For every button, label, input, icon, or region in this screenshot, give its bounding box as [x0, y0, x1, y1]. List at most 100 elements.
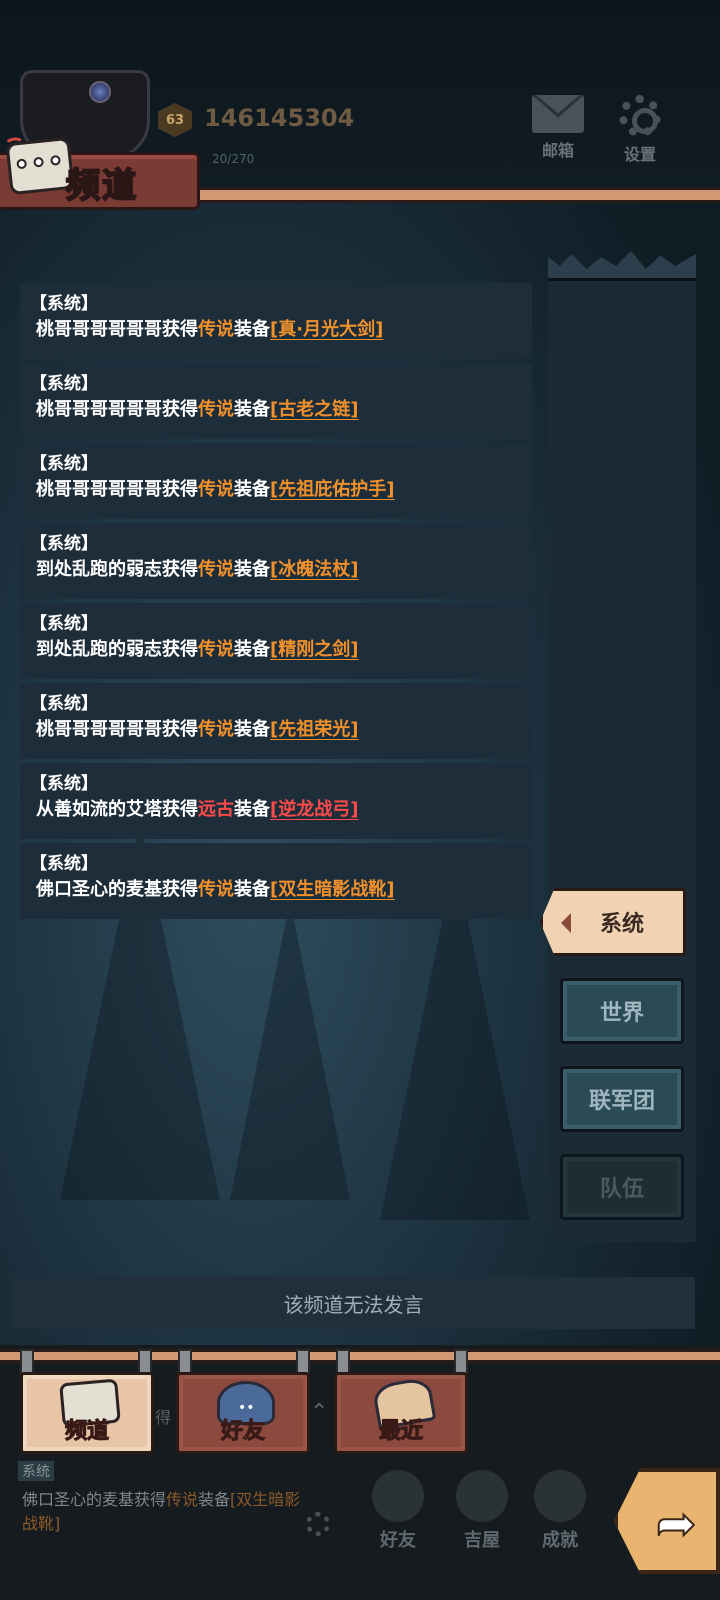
message-text: 桃哥哥哥哥哥哥获得传说装备[古老之链]	[30, 395, 522, 425]
message-tag: 【系统】	[30, 614, 98, 634]
list-item[interactable]: 【系统】 到处乱跑的弱志获得传说装备[冰魄法杖]	[20, 523, 532, 599]
message-mid: 装备	[234, 399, 270, 420]
list-item[interactable]: 【系统】 桃哥哥哥哥哥哥获得传说装备[真·月光大剑]	[20, 283, 532, 359]
message-player: 到处乱跑的弱志获得	[36, 559, 198, 580]
bottom-rail	[0, 1349, 720, 1363]
channel-tab-legion-label: 联军团	[588, 1089, 655, 1114]
friends-icon	[372, 1470, 424, 1522]
share-arrow-icon: ➦	[655, 1495, 697, 1553]
chevron-up-icon[interactable]: ⌃	[310, 1400, 328, 1425]
item-link[interactable]: [先祖荣光]	[270, 719, 358, 740]
trophy-icon	[534, 1470, 586, 1522]
message-mid: 装备	[234, 799, 270, 820]
message-text: 桃哥哥哥哥哥哥获得传说装备[真·月光大剑]	[30, 315, 522, 345]
gear-icon[interactable]	[306, 1512, 330, 1536]
message-tag: 【系统】	[30, 694, 98, 714]
list-item[interactable]: 【系统】 佛口圣心的麦基获得传说装备[双生暗影战靴]	[20, 843, 532, 919]
item-link[interactable]: [冰魄法杖]	[270, 559, 358, 580]
message-rarity: 传说	[198, 719, 234, 740]
avatar-gem-icon	[89, 81, 111, 103]
message-list[interactable]: 【系统】 桃哥哥哥哥哥哥获得传说装备[真·月光大剑] 【系统】 桃哥哥哥哥哥哥获得传说…	[20, 283, 532, 923]
nav-achievement[interactable]: 成就	[520, 1470, 600, 1552]
channel-tab-legion[interactable]: 联军团	[560, 1066, 684, 1132]
message-rarity: 传说	[198, 559, 234, 580]
power-value: 146145304	[204, 104, 355, 132]
chat-bubble-icon	[3, 136, 75, 196]
tab-recent[interactable]: 最近	[334, 1372, 468, 1454]
item-link[interactable]: [真·月光大剑]	[270, 319, 383, 340]
settings-button[interactable]: 设置	[610, 95, 670, 164]
tab-channel[interactable]: 频道	[20, 1372, 154, 1454]
nav-house[interactable]: 吉屋	[442, 1470, 522, 1552]
mail-icon	[532, 95, 584, 133]
message-text: 到处乱跑的弱志获得传说装备[精刚之剑]	[30, 635, 522, 665]
house-icon	[456, 1470, 508, 1522]
channel-tab-world-label: 世界	[599, 1001, 644, 1026]
list-item[interactable]: 【系统】 桃哥哥哥哥哥哥获得传说装备[先祖庇佑护手]	[20, 443, 532, 519]
nav-friends[interactable]: 好友	[358, 1470, 438, 1552]
mail-button[interactable]: 邮箱	[528, 95, 588, 160]
page-title: 频道	[65, 165, 138, 207]
tab-recent-label: 最近	[378, 1419, 423, 1445]
gear-icon	[619, 95, 661, 137]
exp-progress: 20/270	[212, 152, 255, 166]
message-rarity: 传说	[198, 879, 234, 900]
message-tag: 【系统】	[30, 534, 98, 554]
message-mid: 装备	[234, 479, 270, 500]
mini-chat-tag: 系统	[18, 1461, 54, 1481]
tab-friends-label: 好友	[220, 1419, 265, 1445]
message-mid: 装备	[234, 319, 270, 340]
channel-tab-system[interactable]: 系统	[540, 888, 686, 956]
nav-house-label: 吉屋	[464, 1530, 500, 1551]
message-text: 桃哥哥哥哥哥哥获得传说装备[先祖庇佑护手]	[30, 475, 522, 505]
item-link[interactable]: [精刚之剑]	[270, 639, 358, 660]
settings-label: 设置	[623, 145, 656, 164]
message-player: 佛口圣心的麦基获得	[36, 879, 198, 900]
message-mid: 装备	[234, 719, 270, 740]
chat-input-disabled: 该频道无法发言	[12, 1277, 695, 1329]
mini-chat-player: 佛口圣心的麦基获得	[22, 1490, 167, 1509]
list-item[interactable]: 【系统】 桃哥哥哥哥哥哥获得传说装备[先祖荣光]	[20, 683, 532, 759]
message-mid: 装备	[234, 559, 270, 580]
item-link[interactable]: [古老之链]	[270, 399, 358, 420]
message-player: 桃哥哥哥哥哥哥获得	[36, 719, 198, 740]
item-link[interactable]: [双生暗影战靴]	[270, 879, 394, 900]
channel-tab-world[interactable]: 世界	[560, 978, 684, 1044]
message-rarity: 远古	[198, 799, 234, 820]
tab-channel-label: 频道	[64, 1419, 109, 1445]
message-mid: 装备	[234, 639, 270, 660]
header-ribbon	[180, 187, 720, 203]
nav-friends-label: 好友	[380, 1530, 416, 1551]
message-rarity: 传说	[198, 479, 234, 500]
message-player: 桃哥哥哥哥哥哥获得	[36, 399, 198, 420]
message-rarity: 传说	[198, 399, 234, 420]
message-tag: 【系统】	[30, 374, 98, 394]
item-link[interactable]: [先祖庇佑护手]	[270, 479, 394, 500]
message-text: 到处乱跑的弱志获得传说装备[冰魄法杖]	[30, 555, 522, 585]
message-mid: 装备	[234, 879, 270, 900]
message-player: 桃哥哥哥哥哥哥获得	[36, 319, 198, 340]
mini-chat-text[interactable]: 佛口圣心的麦基获得传说装备[双生暗影战靴]	[22, 1488, 302, 1536]
message-text: 佛口圣心的麦基获得传说装备[双生暗影战靴]	[30, 875, 522, 905]
mini-chat-rarity: 传说	[166, 1490, 199, 1509]
nav-achievement-label: 成就	[542, 1530, 578, 1551]
channel-tab-team-label: 队伍	[599, 1177, 644, 1202]
list-item[interactable]: 【系统】 到处乱跑的弱志获得传说装备[精刚之剑]	[20, 603, 532, 679]
list-item[interactable]: 【系统】从善如流的艾塔获得远古装备[逆龙战弓]	[20, 763, 532, 839]
channel-tab-team[interactable]: 队伍	[560, 1154, 684, 1220]
message-rarity: 传说	[198, 639, 234, 660]
message-tag: 【系统】	[30, 454, 98, 474]
item-link[interactable]: [逆龙战弓]	[270, 799, 358, 820]
chat-input-placeholder: 该频道无法发言	[283, 1292, 424, 1317]
mini-chat-mid: 装备	[198, 1490, 231, 1509]
ghost-text: 得	[155, 1408, 172, 1427]
message-text: 桃哥哥哥哥哥哥获得传说装备[先祖荣光]	[30, 715, 522, 745]
mail-label: 邮箱	[541, 141, 574, 160]
message-rarity: 传说	[198, 319, 234, 340]
message-tag: 【系统】	[30, 774, 98, 794]
channel-tab-system-label: 系统	[599, 912, 644, 937]
tab-friends[interactable]: 好友	[176, 1372, 310, 1454]
list-item[interactable]: 【系统】 桃哥哥哥哥哥哥获得传说装备[古老之链]	[20, 363, 532, 439]
message-player: 到处乱跑的弱志获得	[36, 639, 198, 660]
message-player: 从善如流的艾塔获得	[36, 799, 198, 820]
